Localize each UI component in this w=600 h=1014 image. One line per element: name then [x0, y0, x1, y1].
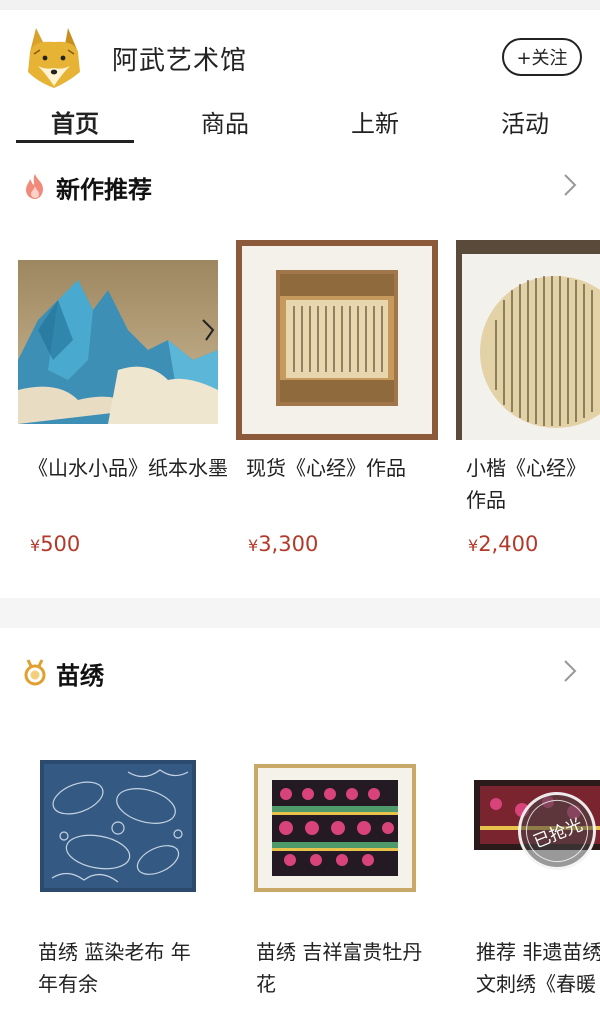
- product-image-indigo-cloth[interactable]: [28, 748, 208, 908]
- product-title[interactable]: 小楷《心经》作品: [466, 452, 600, 516]
- section-title: 新作推荐: [56, 176, 152, 204]
- tab-products[interactable]: 商品: [150, 104, 300, 150]
- product-title[interactable]: 苗绣 吉祥富贵牡丹花: [256, 936, 426, 1000]
- product-price: ¥3,300: [248, 532, 319, 556]
- product-title[interactable]: 现货《心经》作品: [246, 452, 446, 484]
- product-image-landscape[interactable]: [18, 240, 228, 440]
- product-title[interactable]: 推荐 非遗苗绣 文刺绣《春暖: [476, 936, 600, 1000]
- section-header-new-works[interactable]: 新作推荐: [0, 160, 600, 210]
- section-divider: [0, 598, 600, 628]
- product-title[interactable]: 苗绣 蓝染老布 年年有余: [38, 936, 208, 1000]
- product-image-heart-sutra-framed[interactable]: [236, 240, 446, 440]
- chevron-right-icon[interactable]: [562, 172, 578, 198]
- active-tab-indicator: [16, 140, 134, 143]
- fox-logo-icon: [28, 28, 80, 88]
- product-title[interactable]: 《山水小品》纸本水墨: [28, 452, 228, 484]
- product-price: ¥500: [30, 532, 81, 556]
- medal-icon: [22, 658, 48, 686]
- section-header-miao-embroidery[interactable]: 苗绣: [0, 646, 600, 696]
- tab-activity[interactable]: 活动: [450, 104, 600, 150]
- shop-header: 阿武艺术馆 +关注: [0, 10, 600, 102]
- section-title: 苗绣: [56, 662, 104, 690]
- tab-home[interactable]: 首页: [0, 104, 150, 150]
- product-image-small-script-sutra[interactable]: [456, 240, 600, 440]
- shop-avatar[interactable]: [24, 26, 84, 90]
- status-strip: [0, 0, 600, 10]
- shop-name: 阿武艺术馆: [112, 46, 248, 76]
- product-image-spring-embroidery[interactable]: 已抢光: [466, 748, 600, 908]
- flame-icon: [22, 172, 48, 200]
- tab-new[interactable]: 上新: [300, 104, 450, 150]
- product-image-peony-embroidery[interactable]: [246, 748, 426, 908]
- chevron-right-icon[interactable]: [562, 658, 578, 684]
- product-price: ¥2,400: [468, 532, 539, 556]
- follow-button[interactable]: +关注: [502, 38, 582, 76]
- tab-bar: 首页 商品 上新 活动: [0, 104, 600, 150]
